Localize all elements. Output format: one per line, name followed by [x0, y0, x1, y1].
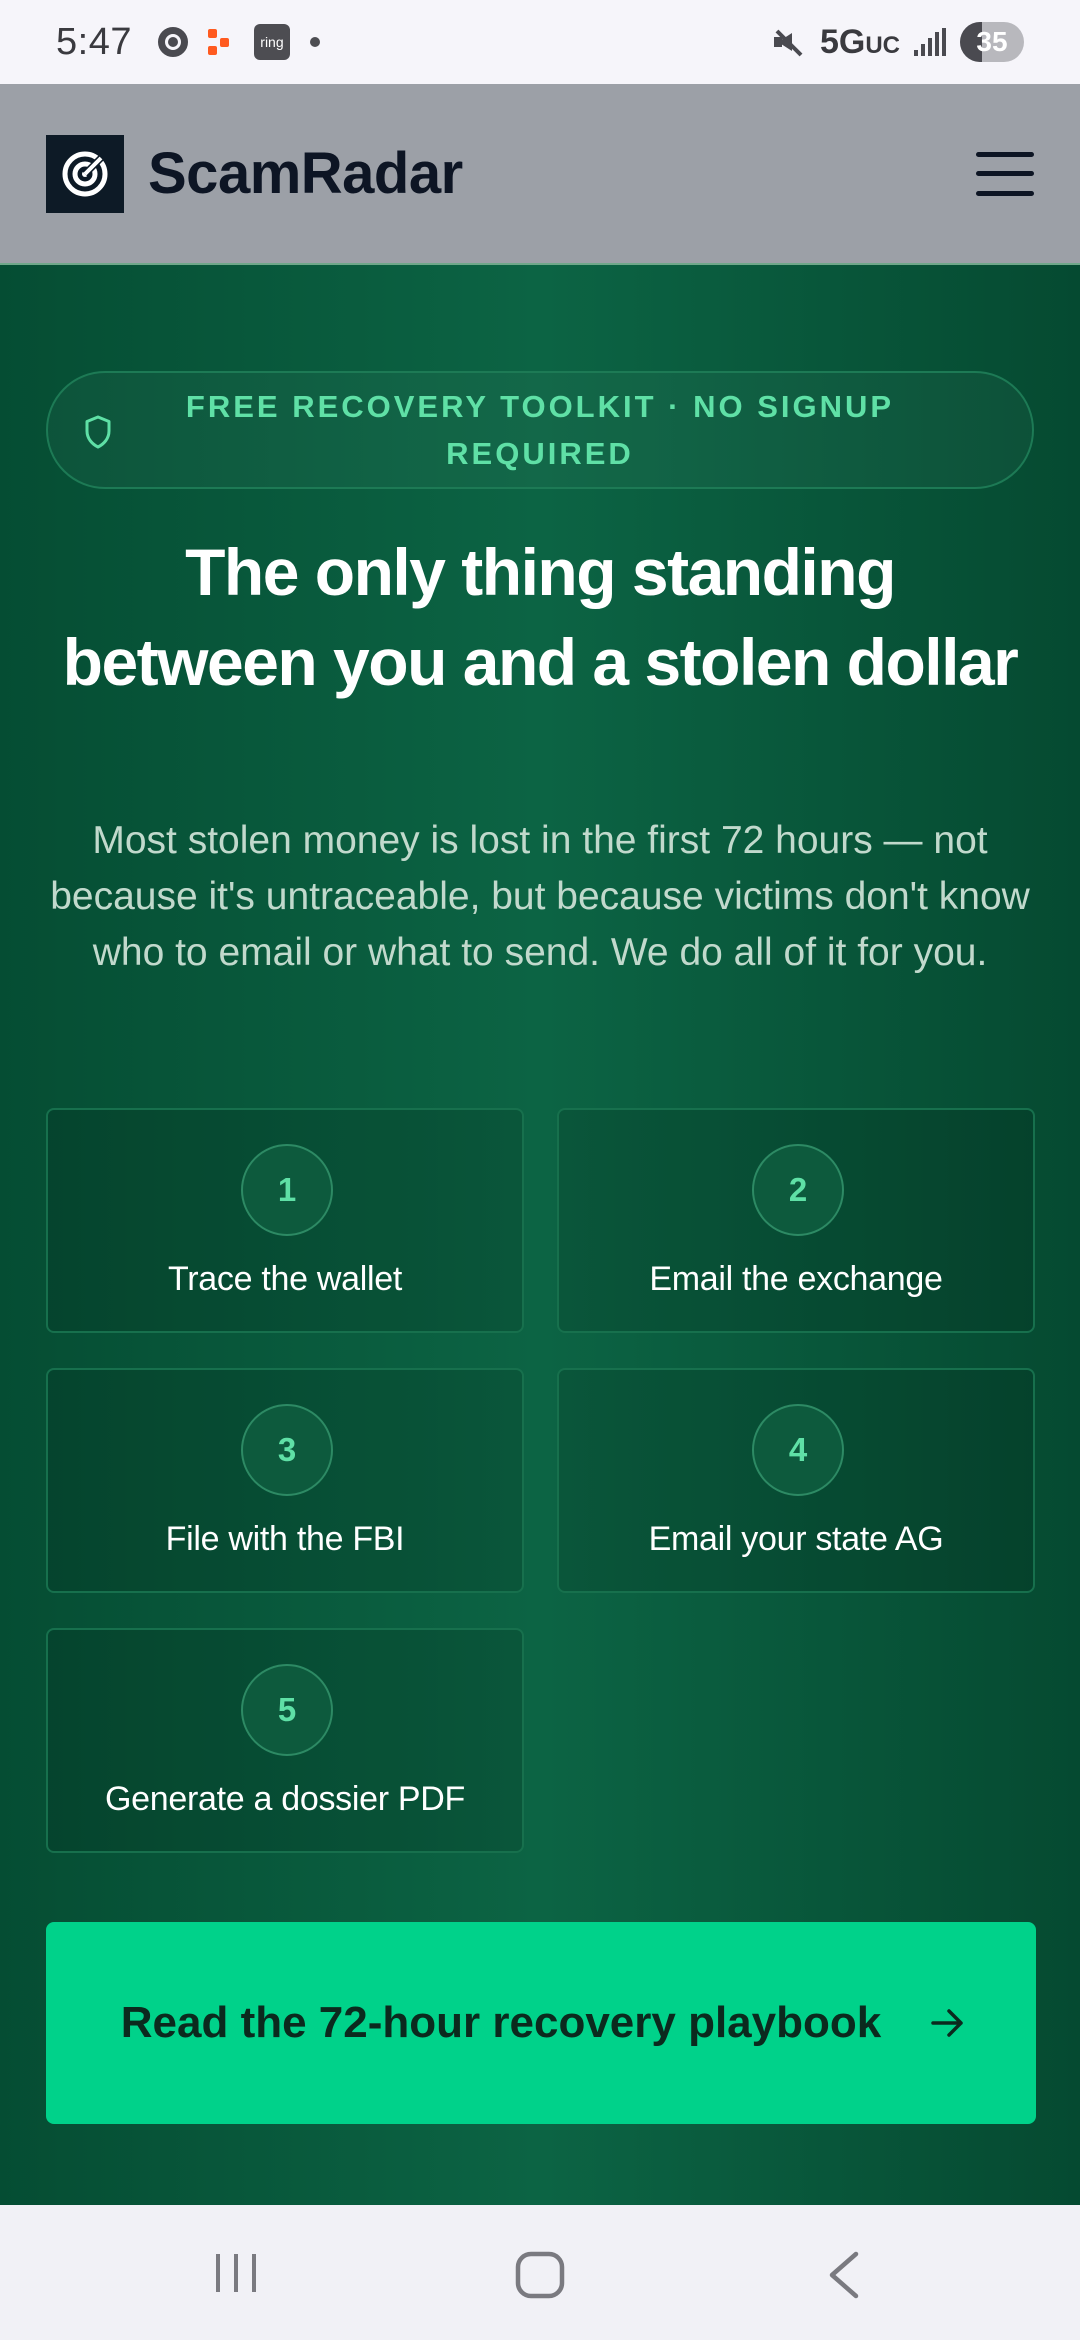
home-icon[interactable] [514, 2250, 566, 2300]
system-nav-bar [0, 2205, 1080, 2340]
back-icon[interactable] [824, 2250, 864, 2300]
network-indicator: 5GUC [819, 22, 900, 61]
battery-level: 35 [976, 26, 1008, 57]
step-label: Email your state AG [648, 1520, 944, 1558]
status-time: 5:47 [56, 20, 132, 63]
arrow-right-icon [931, 2009, 963, 2037]
hamburger-menu-icon[interactable] [976, 148, 1034, 200]
step-label: Generate a dossier PDF [104, 1780, 465, 1818]
step-card-email-state-ag[interactable]: 4 Email your state AG [557, 1368, 1035, 1593]
radar-icon[interactable] [46, 134, 124, 213]
recent-apps-icon[interactable] [212, 2250, 262, 2296]
hero-section: FREE RECOVERY TOOLKIT · NO SIGNUP REQUIR… [0, 265, 1080, 2205]
mute-icon [772, 25, 806, 59]
battery-icon: 35 [960, 22, 1024, 62]
hero-subtitle: Most stolen money is lost in the first 7… [50, 819, 1030, 974]
step-card-trace-wallet[interactable]: 1 Trace the wallet [46, 1108, 524, 1333]
step-card-file-fbi[interactable]: 3 File with the FBI [46, 1368, 524, 1593]
read-playbook-button[interactable]: Read the 72-hour recovery playbook [46, 1922, 1036, 2124]
cta-label: Read the 72-hour recovery playbook [120, 1998, 882, 2047]
step-number: 2 [752, 1144, 844, 1236]
page-title: The only thing standing between you and … [62, 535, 1019, 699]
chrome-icon [157, 27, 188, 57]
status-bar: 5:47 ring 5GUC 35 [0, 0, 1080, 84]
dot-icon [309, 37, 320, 47]
badge-text: FREE RECOVERY TOOLKIT · NO SIGNUP REQUIR… [185, 389, 895, 471]
app-header: ScamRadar [0, 84, 1080, 265]
step-label: Email the exchange [649, 1260, 943, 1298]
ring-app-icon: ring [253, 24, 290, 60]
shield-icon [85, 415, 111, 449]
step-card-generate-dossier[interactable]: 5 Generate a dossier PDF [46, 1628, 524, 1853]
step-number: 1 [241, 1144, 333, 1236]
notification-dots-icon [207, 27, 234, 57]
step-number: 4 [752, 1404, 844, 1496]
signal-icon [914, 28, 946, 56]
step-label: Trace the wallet [168, 1260, 402, 1298]
step-number: 3 [241, 1404, 333, 1496]
brand-name[interactable]: ScamRadar [148, 140, 463, 207]
step-label: File with the FBI [165, 1520, 405, 1558]
step-number: 5 [241, 1664, 333, 1756]
status-left-icons: ring [157, 24, 320, 60]
toolkit-badge: FREE RECOVERY TOOLKIT · NO SIGNUP REQUIR… [46, 371, 1034, 489]
step-card-email-exchange[interactable]: 2 Email the exchange [557, 1108, 1035, 1333]
status-right-icons: 5GUC 35 [772, 22, 1024, 62]
